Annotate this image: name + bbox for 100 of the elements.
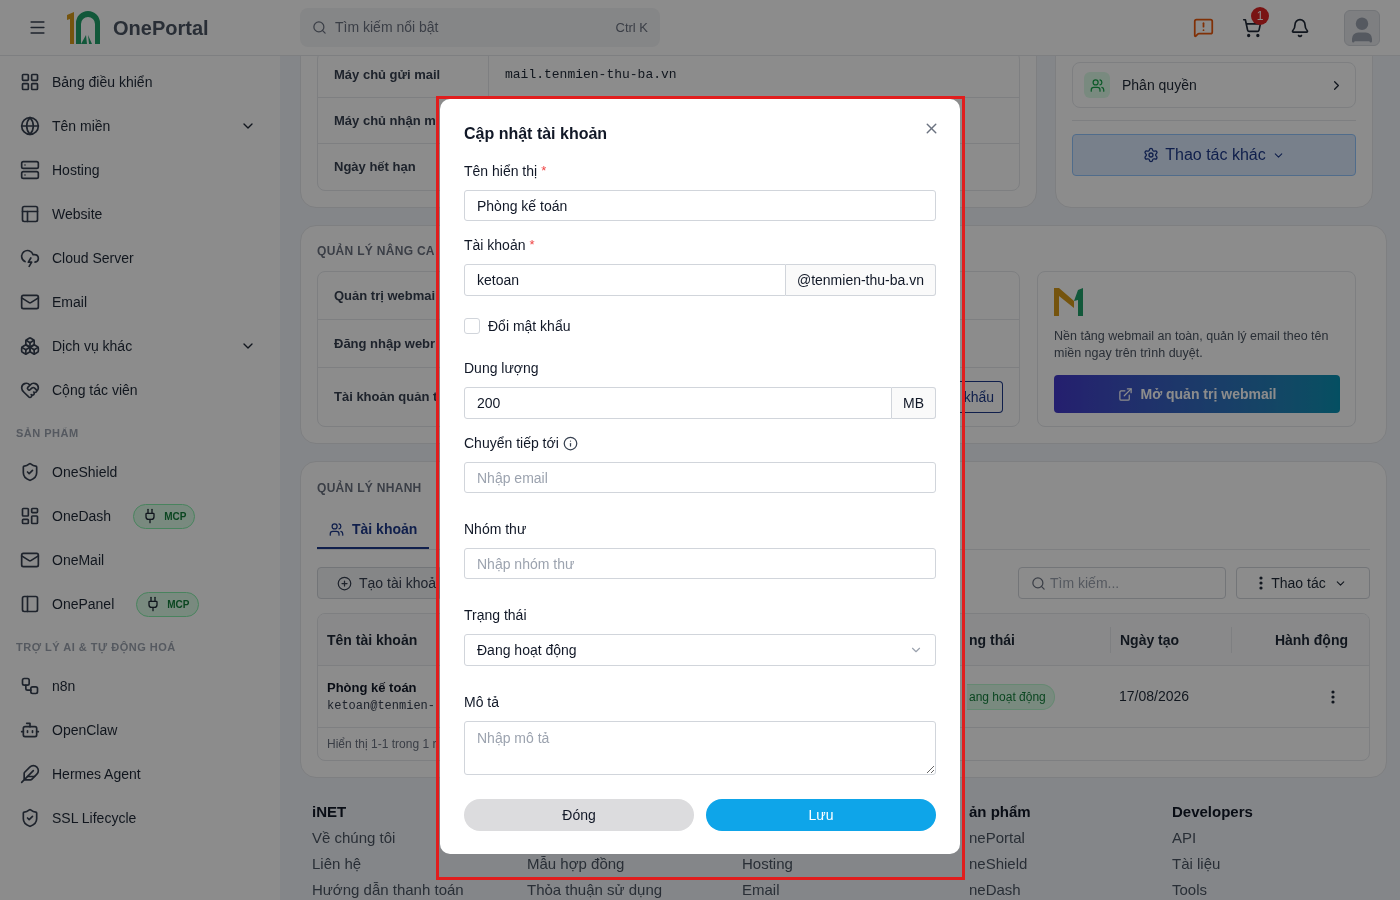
- footer-link[interactable]: Email: [742, 881, 780, 899]
- footer-link[interactable]: Tools: [1172, 881, 1208, 899]
- actions-button[interactable]: Thao tác: [1236, 567, 1370, 599]
- mail-icon: [20, 550, 40, 570]
- search-icon: [312, 20, 327, 35]
- brand-name: OnePortal: [113, 15, 209, 41]
- table-cell-text: 17/08/2026: [1118, 687, 1191, 706]
- footer-link[interactable]: Liên hệ: [312, 855, 362, 873]
- footer-link[interactable]: neDash: [969, 881, 1021, 899]
- boxes-icon: [20, 336, 40, 356]
- panel-icon: [20, 594, 40, 614]
- server-icon: [20, 160, 40, 180]
- feedback-icon[interactable]: [1193, 17, 1214, 38]
- feather-icon: [20, 764, 40, 784]
- sidebar-item[interactable]: SSL Lifecycle: [16, 796, 264, 840]
- checkbox-label: Đổi mật khẩu: [488, 316, 571, 336]
- checkbox[interactable]: [464, 318, 480, 334]
- required-mark: *: [529, 236, 535, 255]
- users-icon: [329, 521, 344, 537]
- open-webmail-button[interactable]: Mở quản trị webmail: [1054, 375, 1340, 413]
- text-field[interactable]: ketoan: [464, 264, 786, 296]
- text-field[interactable]: 200: [464, 387, 892, 419]
- row-value: mail.tenmien-thu-ba.vn: [504, 65, 677, 84]
- sidebar-item[interactable]: Hermes Agent: [16, 752, 264, 796]
- mail-icon: [20, 292, 40, 312]
- column-header: ng thái: [969, 631, 1015, 648]
- section-title: QUẢN LÝ NÂNG CA: [317, 242, 435, 258]
- sidebar-item[interactable]: n8n: [16, 664, 264, 708]
- globe-icon: [20, 116, 40, 136]
- footer-link[interactable]: neShield: [969, 855, 1028, 873]
- sidebar-item[interactable]: Website: [16, 192, 264, 236]
- pagination-info: Hiển thị 1-1 trong 1 r: [327, 736, 437, 753]
- text-field[interactable]: Phòng kế toán: [464, 190, 936, 221]
- search-field[interactable]: Tìm kiếm nổi bật Ctrl K: [300, 8, 660, 47]
- row-label: Quản trị webmai: [333, 286, 437, 305]
- field-addon: @tenmien-thu-ba.vn: [785, 264, 936, 296]
- webmail-description: Nền tảng webmail an toàn, quản lý email theo tên miền ngay trên trình duyệt.: [1054, 328, 1330, 362]
- shortcut-hint: Ctrl K: [615, 18, 648, 37]
- sidebar-item[interactable]: Tên miền: [16, 104, 264, 148]
- row-menu-icon[interactable]: [1331, 689, 1335, 704]
- logo-icon: [65, 10, 103, 45]
- column-header: Ngày tạo: [1120, 631, 1180, 648]
- footer-link[interactable]: API: [1172, 829, 1197, 847]
- field-label: Dung lượng: [464, 358, 539, 378]
- row-label: Đăng nhập webr: [333, 334, 437, 353]
- more-actions-button[interactable]: Thao tác khác: [1072, 134, 1356, 176]
- sidebar-item[interactable]: Email: [16, 280, 264, 324]
- footer-link[interactable]: Tài liệu: [1172, 855, 1221, 873]
- close-button[interactable]: Đóng: [464, 799, 694, 831]
- status-select[interactable]: Đang hoạt động: [464, 634, 936, 666]
- account-email: ketoan@tenmien-: [327, 698, 436, 716]
- menu-icon[interactable]: [28, 18, 47, 37]
- users-icon: [1089, 77, 1105, 93]
- layout-icon: [20, 204, 40, 224]
- save-button[interactable]: Lưu: [706, 799, 936, 831]
- permissions-link[interactable]: Phân quyền: [1072, 62, 1356, 108]
- cloud-icon: [20, 248, 40, 268]
- footer-heading: ản phẩm: [969, 803, 1031, 821]
- sidebar-item[interactable]: Bảng điều khiển: [16, 60, 264, 104]
- footer-link[interactable]: Mẫu hợp đồng: [527, 855, 625, 873]
- create-account-button[interactable]: Tạo tài khoả: [317, 567, 440, 599]
- tab[interactable]: Tài khoản: [317, 511, 430, 549]
- info-icon[interactable]: [562, 435, 578, 451]
- section-title: QUẢN LÝ NHANH: [317, 479, 422, 495]
- robot-icon: [20, 720, 40, 740]
- sidebar-item[interactable]: Cloud Server: [16, 236, 264, 280]
- dashboard-icon: [20, 506, 40, 526]
- text-field[interactable]: Nhập nhóm thư: [464, 548, 936, 579]
- field-label: Trạng thái: [464, 605, 527, 625]
- dashboard-icon: [20, 72, 40, 92]
- sidebar-item[interactable]: OneDash MCP: [16, 494, 264, 538]
- cart-count: 1: [1251, 6, 1269, 25]
- footer-link[interactable]: Hướng dẫn thanh toán: [312, 881, 464, 899]
- sidebar-item[interactable]: Dịch vụ khác: [16, 324, 264, 368]
- footer-link[interactable]: Hosting: [742, 855, 793, 873]
- notification-icon[interactable]: [1290, 17, 1310, 38]
- shield-icon: [20, 808, 40, 828]
- webmail-logo-icon: [1054, 288, 1083, 316]
- sidebar-item[interactable]: OnePanel MCP: [16, 582, 264, 626]
- field-addon: MB: [892, 387, 936, 419]
- shield-icon: [20, 462, 40, 482]
- sidebar-item[interactable]: Cộng tác viên: [16, 368, 264, 412]
- external-link-icon: [1117, 386, 1133, 402]
- footer-link[interactable]: nePortal: [969, 829, 1025, 847]
- footer-link[interactable]: Thỏa thuận sử dụng: [527, 881, 663, 899]
- sidebar-item[interactable]: Hosting: [16, 148, 264, 192]
- footer-link[interactable]: Về chúng tôi: [312, 829, 396, 847]
- field-label: Tài khoản: [464, 235, 526, 255]
- field-label: Chuyển tiếp tới: [464, 433, 559, 453]
- description-field[interactable]: Nhập mô tả: [464, 721, 936, 775]
- mcp-badge: MCP: [133, 503, 196, 529]
- column-header: Tên tài khoản: [327, 631, 418, 648]
- settings-icon: [1143, 147, 1160, 163]
- sidebar-item[interactable]: OneShield: [16, 450, 264, 494]
- search-icon: [1031, 575, 1046, 591]
- text-field[interactable]: Nhập email: [464, 462, 936, 493]
- footer-heading: iNET: [312, 803, 347, 821]
- plus-icon: [337, 575, 352, 591]
- sidebar-item[interactable]: OneMail: [16, 538, 264, 582]
- sidebar-item[interactable]: OpenClaw: [16, 708, 264, 752]
